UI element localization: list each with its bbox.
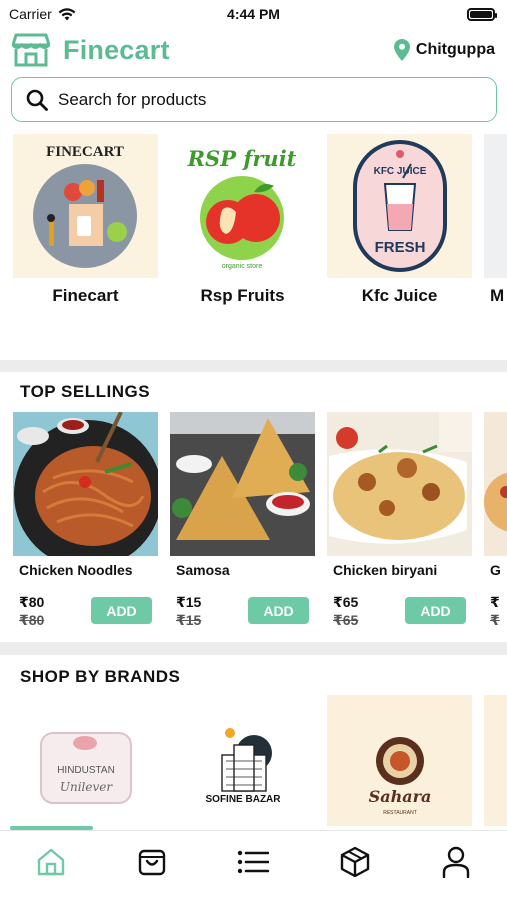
battery-icon [467, 7, 497, 21]
search-input[interactable] [58, 89, 458, 110]
top-sellings-section: TOP SELLINGS Chicken Noodles ₹80 ₹80 ADD… [0, 372, 507, 642]
brand-logo-text: SOFINE BAZAR [206, 794, 282, 805]
product-card-partial[interactable]: G ₹ ₹ [484, 412, 507, 632]
bottom-tab-bar [0, 830, 507, 900]
brand-tile-hindustan-unilever[interactable]: HINDUSTAN Unilever [13, 695, 158, 826]
store-name: M [490, 286, 505, 305]
tab-categories[interactable] [228, 840, 278, 884]
home-icon [37, 848, 64, 875]
location-label: Chitguppa [415, 41, 495, 58]
user-icon [443, 846, 470, 878]
brand-tile-sahara[interactable]: Sahara RESTAURANT [327, 695, 472, 826]
brand-logo-sahara: Sahara RESTAURANT [369, 737, 432, 816]
location-pin-icon [393, 39, 410, 61]
product-mrp: ₹65 [333, 612, 359, 628]
brand-logo-text: Sahara [369, 787, 432, 806]
store-logo-icon [12, 33, 50, 67]
section-title: SHOP BY BRANDS [20, 667, 181, 686]
product-price: ₹65 [333, 594, 359, 610]
status-bar: Carrier 4:44 PM [0, 0, 507, 28]
store-name: Kfc Juice [361, 286, 438, 305]
app-title: Finecart [63, 34, 170, 65]
brand-tile-sofine-bazar[interactable]: SOFINE BAZAR [170, 695, 315, 826]
list-icon [238, 850, 270, 873]
tab-home[interactable] [26, 840, 76, 884]
location-selector[interactable]: Chitguppa [393, 39, 495, 61]
add-to-cart-button[interactable]: ADD [91, 597, 152, 624]
app-screen: Carrier 4:44 PM Finecart Chitguppa Searc… [0, 0, 507, 900]
product-name: Chicken biryani [333, 562, 438, 578]
search-bar[interactable] [11, 77, 497, 122]
section-title: TOP SELLINGS [20, 382, 151, 401]
store-card-kfc-juice[interactable]: KFC JUICE FRESH Kfc Juice [327, 134, 472, 306]
brand-logo-subtext: Unilever [60, 780, 114, 794]
store-name: Rsp Fruits [200, 286, 285, 305]
rsp-logo-subtext: organic store [222, 263, 263, 270]
search-icon [26, 89, 48, 111]
top-section: Finecart Chitguppa Search for products F… [0, 28, 507, 360]
store-logo-kfc-juice: KFC JUICE FRESH [327, 134, 472, 278]
product-image-samosa [170, 412, 315, 556]
add-to-cart-button[interactable]: ADD [405, 597, 466, 624]
add-to-cart-button[interactable]: ADD [248, 597, 309, 624]
tab-profile[interactable] [431, 840, 481, 884]
wifi-icon [58, 7, 76, 20]
store-name: Finecart [52, 286, 119, 305]
store-card-rsp-fruits[interactable]: RSP fruit organic store Rsp Fruits [170, 134, 315, 306]
product-card[interactable]: Chicken biryani ₹65 ₹65 ADD [327, 412, 472, 632]
carrier-label: Carrier [9, 6, 52, 22]
product-name: Samosa [176, 562, 230, 578]
product-name: G [490, 562, 501, 578]
product-name: Chicken Noodles [19, 562, 133, 578]
product-mrp: ₹80 [19, 612, 45, 628]
store-card-partial[interactable]: M [484, 134, 507, 306]
carrier-area: Carrier [9, 6, 76, 22]
app-header: Finecart Chitguppa [12, 30, 495, 70]
rsp-logo-text: RSP fruit [187, 146, 297, 171]
brand-logo-subtext: RESTAURANT [383, 810, 417, 816]
status-time: 4:44 PM [227, 6, 280, 22]
brands-section: SHOP BY BRANDS HINDUSTAN Unilever SOFINE [0, 655, 507, 830]
product-price: ₹ [490, 594, 500, 610]
product-card[interactable]: Samosa ₹15 ₹15 ADD [170, 412, 315, 632]
product-carousel[interactable]: Chicken Noodles ₹80 ₹80 ADD Samosa ₹15 ₹… [13, 412, 507, 632]
product-image-partial [484, 412, 507, 556]
kfc-logo-text: KFC JUICE [374, 166, 427, 177]
product-mrp: ₹ [490, 612, 500, 628]
brand-logo-hindustan-unilever: HINDUSTAN Unilever [40, 732, 132, 804]
brand-logo-text: HINDUSTAN [57, 765, 115, 776]
kfc-logo-subtext: FRESH [375, 239, 426, 256]
product-card[interactable]: Chicken Noodles ₹80 ₹80 ADD [13, 412, 158, 632]
store-card-finecart[interactable]: FINECART Finecart [13, 134, 158, 306]
finecart-logo-text: FINECART [46, 144, 124, 160]
brand-tile-partial[interactable] [484, 695, 507, 826]
shopping-bag-icon [138, 849, 166, 875]
store-logo-finecart: FINECART [13, 134, 158, 278]
product-mrp: ₹15 [176, 612, 202, 628]
store-logo-rsp-fruits: RSP fruit organic store [170, 134, 315, 278]
product-image-noodles [13, 412, 158, 556]
store-carousel[interactable]: FINECART Finecart RSP fruit organic stor… [13, 134, 507, 306]
tab-cart[interactable] [127, 840, 177, 884]
brand-carousel[interactable]: HINDUSTAN Unilever SOFINE BAZAR Sahara R… [13, 695, 507, 826]
tab-orders[interactable] [330, 840, 380, 884]
brand-logo-sofine-bazar: SOFINE BAZAR [206, 728, 282, 805]
store-logo-partial [484, 134, 507, 278]
product-price: ₹15 [176, 594, 202, 610]
box-icon [340, 846, 370, 877]
product-price: ₹80 [19, 594, 45, 610]
product-image-biryani [327, 412, 472, 556]
